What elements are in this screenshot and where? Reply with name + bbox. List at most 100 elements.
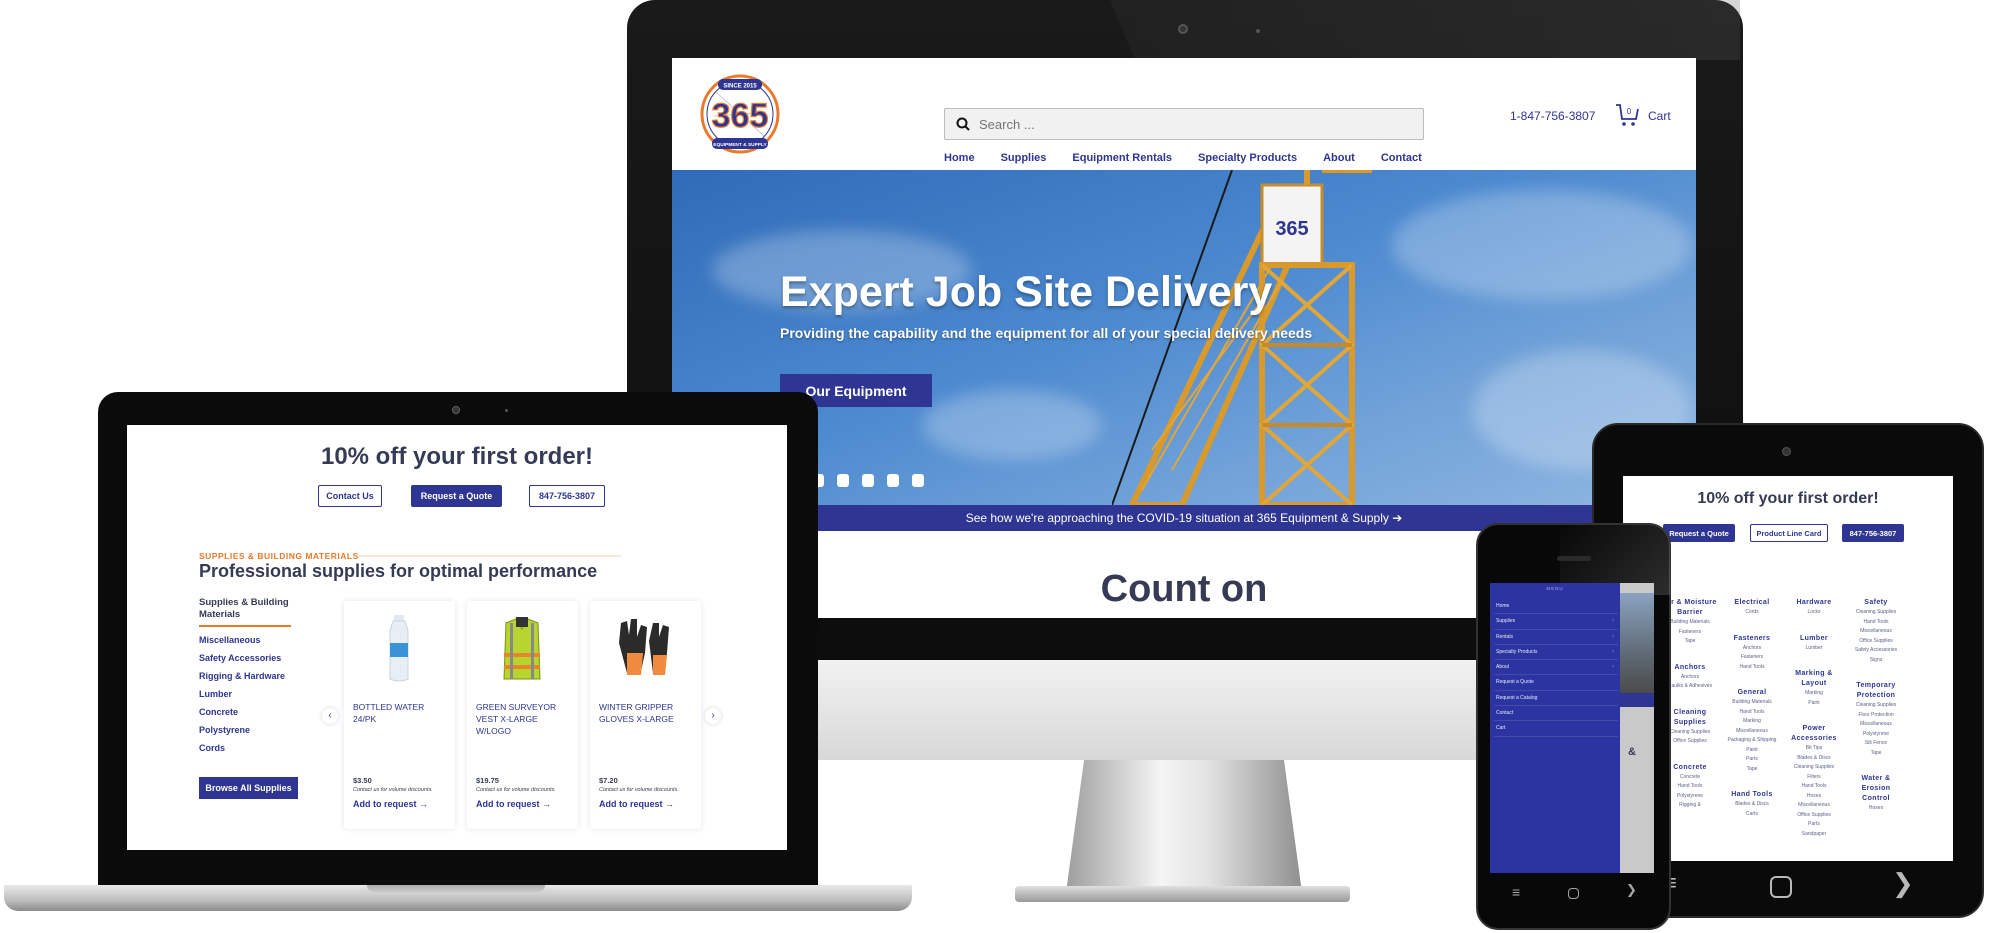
category-group-title[interactable]: Power Accessories (1785, 724, 1843, 744)
contact-us-button[interactable]: Contact Us (318, 485, 382, 507)
category-item[interactable]: Rigging & Hardware (199, 671, 291, 681)
menu-item[interactable]: About › (1494, 660, 1618, 676)
category-link[interactable]: Polystyrene (1847, 730, 1905, 740)
menu-item[interactable]: Specialty Products › (1494, 645, 1618, 661)
phone-link[interactable]: 1-847-756-3807 (1510, 109, 1595, 123)
request-quote-button[interactable]: Request a Quote (1663, 524, 1735, 542)
category-group-title[interactable]: Lumber (1785, 634, 1843, 644)
chevron-right-icon[interactable]: › (1612, 614, 1614, 628)
carousel-dot[interactable] (862, 474, 874, 487)
search-input[interactable] (979, 114, 1399, 134)
back-icon[interactable]: ❯ (1892, 868, 1914, 899)
nav-equipment-rentals[interactable]: Equipment Rentals (1072, 152, 1172, 168)
product-name[interactable]: WINTER GRIPPER GLOVES X-LARGE (599, 701, 695, 725)
category-group-title[interactable]: Electrical (1723, 598, 1781, 608)
category-group-title[interactable]: Water & Erosion Control (1847, 774, 1905, 804)
category-link[interactable]: Locks (1785, 608, 1843, 618)
menu-item[interactable]: Request a Catalog (1494, 691, 1618, 707)
home-icon[interactable] (1770, 876, 1792, 898)
category-link[interactable]: Miscellaneous (1847, 720, 1905, 730)
category-link[interactable]: Hand Tools (1847, 618, 1905, 628)
category-link[interactable]: Marking (1723, 717, 1781, 727)
category-group-title[interactable]: Fasteners (1723, 634, 1781, 644)
product-name[interactable]: GREEN SURVEYOR VEST X-LARGE W/LOGO (476, 701, 572, 737)
category-link[interactable]: Parts (1785, 820, 1843, 830)
search-bar[interactable] (944, 108, 1424, 140)
category-link[interactable]: Paint (1723, 746, 1781, 756)
cart-link[interactable]: Cart (1648, 109, 1671, 123)
category-group-title[interactable]: Marking & Layout (1785, 669, 1843, 689)
category-link[interactable]: Carts (1723, 810, 1781, 820)
back-icon[interactable]: ❯ (1626, 882, 1637, 898)
search-icon[interactable] (955, 116, 971, 132)
category-link[interactable]: Hoses (1785, 792, 1843, 802)
category-link[interactable]: Sandpaper (1785, 830, 1843, 840)
nav-home[interactable]: Home (944, 152, 975, 175)
category-link[interactable]: Anchors (1723, 644, 1781, 654)
category-group-title[interactable]: Safety (1847, 598, 1905, 608)
category-link[interactable]: Cleaning Supplies (1785, 763, 1843, 773)
carousel-dot[interactable] (837, 474, 849, 487)
product-line-card-button[interactable]: Product Line Card (1750, 524, 1828, 542)
carousel-dot[interactable] (912, 474, 924, 487)
menu-item[interactable]: Home (1494, 599, 1618, 615)
category-item[interactable]: Polystyrene (199, 725, 291, 735)
category-link[interactable]: Bit Tips (1785, 744, 1843, 754)
category-item[interactable]: Miscellaneous (199, 635, 291, 645)
company-logo[interactable]: SINCE 2015 365 EQUIPMENT & SUPPLY (694, 72, 786, 156)
carousel-next-button[interactable]: › (705, 708, 721, 724)
category-link[interactable]: Blades & Discs (1785, 754, 1843, 764)
product-card[interactable]: BOTTLED WATER 24/PK $3.50 Contact us for… (344, 601, 455, 829)
category-link[interactable]: Tape (1723, 765, 1781, 775)
category-link[interactable]: Tape (1847, 749, 1905, 759)
category-group-title[interactable]: Hardware (1785, 598, 1843, 608)
product-card[interactable]: WINTER GRIPPER GLOVES X-LARGE $7.20 Cont… (590, 601, 701, 829)
add-to-request-link[interactable]: Add to request → (476, 799, 551, 809)
menu-item[interactable]: Cart (1494, 721, 1618, 737)
home-icon[interactable] (1568, 888, 1579, 899)
category-link[interactable]: Parts (1723, 755, 1781, 765)
category-link[interactable]: Fasteners (1723, 653, 1781, 663)
carousel-prev-button[interactable]: ‹ (322, 708, 338, 724)
product-card[interactable]: GREEN SURVEYOR VEST X-LARGE W/LOGO $19.7… (467, 601, 578, 829)
category-link[interactable]: Cleaning Supplies (1847, 608, 1905, 618)
category-item[interactable]: Lumber (199, 689, 291, 699)
menu-item[interactable]: Request a Quote (1494, 675, 1618, 691)
menu-item[interactable]: Rentals › (1494, 630, 1618, 645)
chevron-right-icon[interactable]: › (1612, 645, 1614, 659)
add-to-request-link[interactable]: Add to request → (353, 799, 428, 809)
nav-specialty-products[interactable]: Specialty Products (1198, 152, 1297, 168)
category-link[interactable]: Cords (1723, 608, 1781, 618)
nav-about[interactable]: About (1323, 152, 1355, 168)
category-link[interactable]: Lumber (1785, 644, 1843, 654)
category-link[interactable]: Office Supplies (1785, 811, 1843, 821)
category-link[interactable]: Hand Tools (1785, 782, 1843, 792)
category-active[interactable]: Supplies & Building Materials (199, 597, 291, 627)
category-link[interactable]: Safety Accessories (1847, 646, 1905, 656)
category-link[interactable]: Hand Tools (1723, 663, 1781, 673)
category-link[interactable]: Signs (1847, 656, 1905, 666)
chevron-right-icon[interactable]: › (1612, 630, 1614, 644)
category-item[interactable]: Concrete (199, 707, 291, 717)
category-link[interactable]: Hand Tools (1723, 708, 1781, 718)
request-quote-button[interactable]: Request a Quote (411, 485, 502, 507)
category-link[interactable]: Building Materials (1723, 698, 1781, 708)
phone-button[interactable]: 847-756-3807 (1842, 524, 1904, 542)
add-to-request-link[interactable]: Add to request → (599, 799, 674, 809)
category-link[interactable]: Miscellaneous (1723, 727, 1781, 737)
category-link[interactable]: Filters (1785, 773, 1843, 783)
category-group-title[interactable]: Temporary Protection (1847, 681, 1905, 701)
category-link[interactable]: Marking (1785, 689, 1843, 699)
menu-item[interactable]: Contact (1494, 706, 1618, 722)
category-link[interactable]: Paint (1785, 699, 1843, 709)
phone-button[interactable]: 847-756-3807 (529, 485, 605, 507)
nav-supplies[interactable]: Supplies (1001, 152, 1047, 168)
category-group-title[interactable]: General (1723, 688, 1781, 698)
browse-all-supplies-button[interactable]: Browse All Supplies (199, 777, 298, 799)
category-link[interactable]: Cleaning Supplies (1847, 701, 1905, 711)
product-name[interactable]: BOTTLED WATER 24/PK (353, 701, 449, 725)
cart-icon[interactable]: 0 (1614, 102, 1640, 128)
category-link[interactable]: Silt Fence (1847, 739, 1905, 749)
carousel-dot[interactable] (887, 474, 899, 487)
category-link[interactable]: Office Supplies (1847, 637, 1905, 647)
